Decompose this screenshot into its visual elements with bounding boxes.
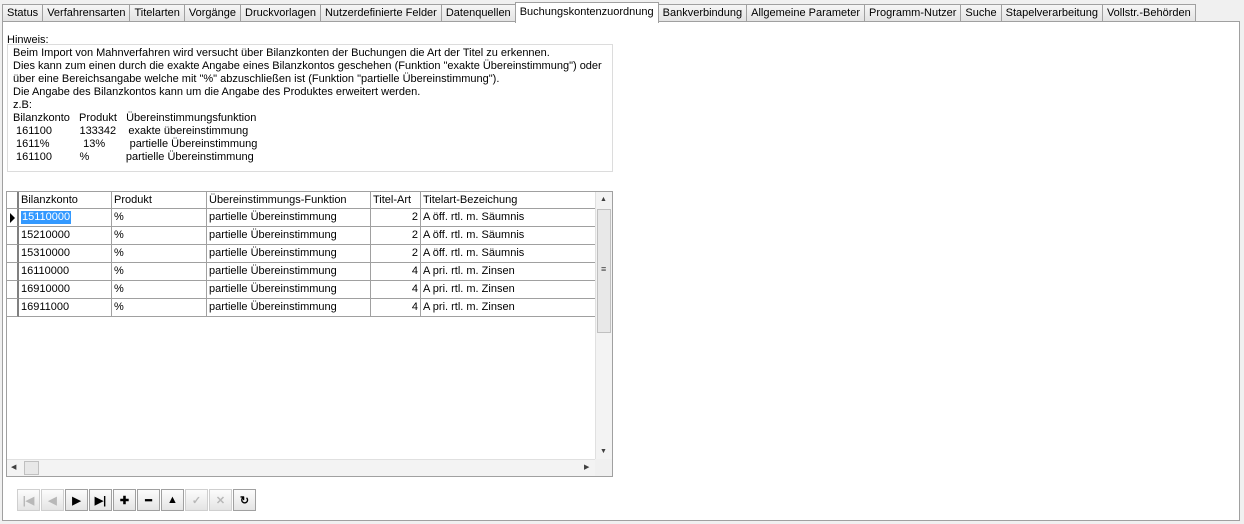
- cell-bilanzkonto[interactable]: 15110000: [19, 209, 112, 227]
- column-header-bezeichnung[interactable]: Titelart-Bezeichung: [421, 192, 596, 209]
- cell-funktion[interactable]: partielle Übereinstimmung: [207, 263, 371, 281]
- insert-record-button[interactable]: ✚: [113, 489, 136, 511]
- db-navigator: |◀ ◀ ▶ ▶| ✚ ━ ▲ ✓ ✕ ↻: [17, 489, 257, 511]
- row-indicator[interactable]: [7, 263, 19, 281]
- plus-icon: ✚: [119, 494, 130, 507]
- scroll-left-icon[interactable]: ◀: [11, 464, 16, 472]
- grip-icon: ≡: [601, 264, 607, 274]
- refresh-records-button[interactable]: ↻: [233, 489, 256, 511]
- selected-cell-text: 15110000: [21, 211, 72, 224]
- scroll-up-icon[interactable]: ▲: [600, 196, 607, 204]
- row-indicator[interactable]: [7, 281, 19, 299]
- tab-vollstr-behörden[interactable]: Vollstr.-Behörden: [1101, 4, 1196, 22]
- next-record-button[interactable]: ▶: [65, 489, 88, 511]
- post-record-button[interactable]: ✓: [185, 489, 208, 511]
- table-row[interactable]: 15310000% partielle Übereinstimmung 2 A öff…: [7, 245, 596, 263]
- tab-titelarten[interactable]: Titelarten: [129, 4, 185, 22]
- tab-programm-nutzer[interactable]: Programm-Nutzer: [864, 4, 962, 22]
- horizontal-scrollbar[interactable]: ◀ ▶: [7, 459, 595, 476]
- tab-bankverbindung[interactable]: Bankverbindung: [657, 4, 748, 22]
- next-icon: ▶: [72, 494, 81, 507]
- cell-produkt[interactable]: %: [112, 227, 207, 245]
- minus-icon: ━: [145, 494, 152, 507]
- grid-header: Bilanzkonto Produkt Übereinstimmungs-Fun…: [7, 192, 596, 209]
- refresh-icon: ↻: [239, 494, 250, 507]
- cell-bilanzkonto[interactable]: 16910000: [19, 281, 112, 299]
- last-record-button[interactable]: ▶|: [89, 489, 112, 511]
- scroll-down-icon[interactable]: ▼: [600, 448, 607, 456]
- cell-titel-art[interactable]: 4: [371, 281, 421, 299]
- tab-datenquellen[interactable]: Datenquellen: [440, 4, 516, 22]
- cell-produkt[interactable]: %: [112, 263, 207, 281]
- cancel-record-button[interactable]: ✕: [209, 489, 232, 511]
- column-header-funktion[interactable]: Übereinstimmungs-Funktion: [207, 192, 371, 209]
- tab-nutzerdefinierte-felder[interactable]: Nutzerdefinierte Felder: [319, 4, 442, 22]
- cell-funktion[interactable]: partielle Übereinstimmung: [207, 245, 371, 263]
- cancel-icon: ✕: [215, 494, 226, 507]
- cell-bezeichnung[interactable]: A öff. rtl. m. Säumnis: [421, 245, 596, 263]
- edit-record-button[interactable]: ▲: [161, 489, 184, 511]
- indicator-header: [7, 192, 19, 209]
- cell-titel-art[interactable]: 4: [371, 263, 421, 281]
- table-row[interactable]: 16110000% partielle Übereinstimmung 4 A pri…: [7, 263, 596, 281]
- vertical-scrollbar[interactable]: ▲ ≡ ▼: [595, 192, 612, 460]
- row-indicator[interactable]: [7, 227, 19, 245]
- tab-druckvorlagen[interactable]: Druckvorlagen: [240, 4, 321, 22]
- current-row-indicator-icon[interactable]: [7, 209, 19, 227]
- cell-bilanzkonto[interactable]: 16911000: [19, 299, 112, 317]
- cell-produkt[interactable]: %: [112, 299, 207, 317]
- tab-allgemeine-parameter[interactable]: Allgemeine Parameter: [746, 4, 865, 22]
- row-indicator[interactable]: [7, 245, 19, 263]
- cell-bilanzkonto[interactable]: 16110000: [19, 263, 112, 281]
- tab-suche[interactable]: Suche: [960, 4, 1002, 22]
- grid-rows: 15110000% partielle Übereinstimmung 2 A öff…: [7, 209, 596, 317]
- tab-vorgänge[interactable]: Vorgänge: [183, 4, 242, 22]
- edit-icon: ▲: [167, 494, 178, 506]
- table-row[interactable]: 16911000% partielle Übereinstimmung 4 A pri…: [7, 299, 596, 317]
- cell-funktion[interactable]: partielle Übereinstimmung: [207, 227, 371, 245]
- cell-funktion[interactable]: partielle Übereinstimmung: [207, 281, 371, 299]
- last-icon: ▶|: [94, 494, 107, 507]
- cell-titel-art[interactable]: 2: [371, 209, 421, 227]
- cell-produkt[interactable]: %: [112, 281, 207, 299]
- column-header-produkt[interactable]: Produkt: [112, 192, 207, 209]
- tab-status[interactable]: Status: [2, 4, 44, 22]
- cell-bezeichnung[interactable]: A pri. rtl. m. Zinsen: [421, 281, 596, 299]
- cell-bezeichnung[interactable]: A pri. rtl. m. Zinsen: [421, 299, 596, 317]
- delete-record-button[interactable]: ━: [137, 489, 160, 511]
- cell-bezeichnung[interactable]: A pri. rtl. m. Zinsen: [421, 263, 596, 281]
- row-indicator[interactable]: [7, 299, 19, 317]
- cell-produkt[interactable]: %: [112, 209, 207, 227]
- prior-icon: ◀: [48, 494, 57, 507]
- table-row[interactable]: 15210000% partielle Übereinstimmung 2 A öff…: [7, 227, 596, 245]
- cell-produkt[interactable]: %: [112, 245, 207, 263]
- table-row[interactable]: 15110000% partielle Übereinstimmung 2 A öff…: [7, 209, 596, 227]
- cell-titel-art[interactable]: 4: [371, 299, 421, 317]
- cell-titel-art[interactable]: 2: [371, 245, 421, 263]
- hint-text: Beim Import von Mahnverfahren wird versu…: [7, 44, 613, 172]
- cell-bezeichnung[interactable]: A öff. rtl. m. Säumnis: [421, 209, 596, 227]
- cell-funktion[interactable]: partielle Übereinstimmung: [207, 209, 371, 227]
- cell-bilanzkonto[interactable]: 15310000: [19, 245, 112, 263]
- scrollbar-corner: [595, 459, 612, 476]
- column-header-bilanzkonto[interactable]: Bilanzkonto: [19, 192, 112, 209]
- check-icon: ✓: [191, 494, 202, 507]
- tab-verfahrensarten[interactable]: Verfahrensarten: [42, 4, 131, 22]
- first-record-button[interactable]: |◀: [17, 489, 40, 511]
- cell-funktion[interactable]: partielle Übereinstimmung: [207, 299, 371, 317]
- table-row[interactable]: 16910000% partielle Übereinstimmung 4 A pri…: [7, 281, 596, 299]
- horizontal-scroll-thumb[interactable]: [24, 461, 39, 475]
- cell-bilanzkonto[interactable]: 15210000: [19, 227, 112, 245]
- prior-record-button[interactable]: ◀: [41, 489, 64, 511]
- cell-bezeichnung[interactable]: A öff. rtl. m. Säumnis: [421, 227, 596, 245]
- scroll-right-icon[interactable]: ▶: [584, 464, 589, 472]
- first-icon: |◀: [22, 494, 35, 507]
- account-mapping-grid[interactable]: Bilanzkonto Produkt Übereinstimmungs-Fun…: [6, 191, 613, 477]
- cell-titel-art[interactable]: 2: [371, 227, 421, 245]
- tab-strip: Status Verfahrensarten Titelarten Vorgänge D…: [2, 2, 1196, 23]
- column-header-titel-art[interactable]: Titel-Art: [371, 192, 421, 209]
- tab-buchungskontenzuordnung[interactable]: Buchungskontenzuordnung: [514, 2, 659, 23]
- tab-stapelverarbeitung[interactable]: Stapelverarbeitung: [1000, 4, 1103, 22]
